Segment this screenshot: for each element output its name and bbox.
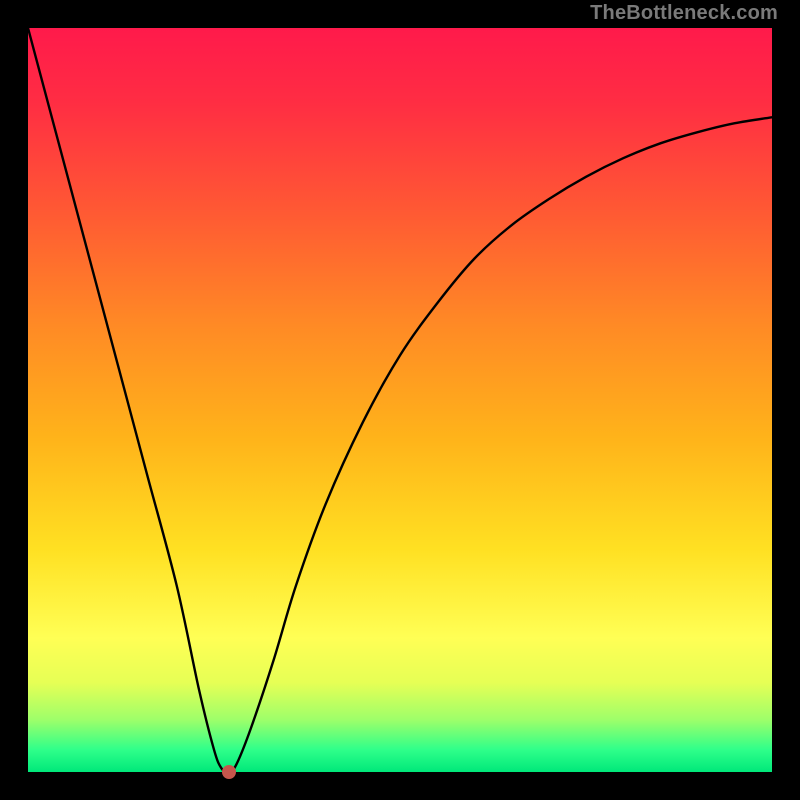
watermark-text: TheBottleneck.com [590,2,778,25]
current-point-marker [222,765,236,779]
plot-area [28,28,772,772]
bottleneck-curve [28,28,772,772]
chart-frame: TheBottleneck.com [0,0,800,800]
